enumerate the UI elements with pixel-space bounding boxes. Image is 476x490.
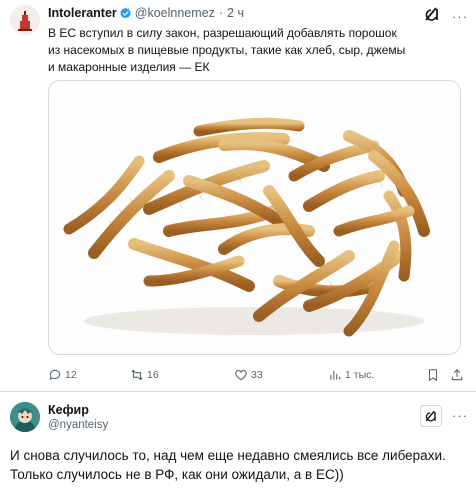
author-avatar[interactable]	[10, 5, 40, 35]
anime-avatar-icon	[10, 402, 40, 432]
reply-count: 12	[65, 369, 77, 381]
heart-icon	[235, 370, 247, 381]
bookmark-button[interactable]	[426, 366, 440, 384]
reply-icon	[49, 369, 61, 381]
grok-icon	[425, 410, 436, 422]
author-name[interactable]: Intoleranter	[48, 6, 117, 20]
grok-button[interactable]	[420, 405, 442, 427]
reply-author-name[interactable]: Кефир	[48, 403, 89, 417]
quoted-post[interactable]: Intoleranter @koelnnemez · 2 ч ··· В ЕС …	[0, 0, 476, 392]
reply-author-avatar[interactable]	[10, 402, 40, 432]
reply-more-options-icon[interactable]: ···	[452, 408, 468, 423]
separator-dot: ·	[218, 6, 224, 20]
repost-count: 16	[147, 369, 159, 381]
post-image[interactable]	[48, 80, 461, 355]
like-count: 33	[251, 369, 263, 381]
post-header: Intoleranter @koelnnemez · 2 ч	[48, 6, 244, 20]
views-chart-icon	[330, 370, 341, 380]
verified-badge-icon	[120, 7, 131, 18]
share-icon	[451, 369, 463, 381]
reply-button[interactable]: 12	[48, 366, 77, 384]
post-actions: 12 16 33 1 тыс.	[48, 366, 468, 384]
reply-post[interactable]: Кефир @nyanteisy ··· И снова случилось т…	[0, 392, 476, 490]
views-count: 1 тыс.	[345, 369, 375, 381]
mealworms-photo	[49, 81, 460, 354]
views-button[interactable]: 1 тыс.	[328, 366, 374, 384]
share-button[interactable]	[450, 366, 464, 384]
post-time[interactable]: 2 ч	[227, 6, 244, 20]
reply-text-line-1: И снова случилось то, над чем еще недавн…	[10, 448, 446, 463]
reply-author-handle[interactable]: @nyanteisy	[48, 419, 108, 431]
reply-text-line-2: Только случилось не в РФ, как они ожидал…	[10, 467, 344, 482]
reply-text: И снова случилось то, над чем еще недавн…	[10, 446, 470, 484]
repost-icon	[131, 369, 143, 381]
more-options-icon[interactable]: ···	[452, 9, 468, 24]
post-text: В ЕС вступил в силу закон, разрешающий д…	[48, 26, 406, 74]
repost-button[interactable]: 16	[130, 366, 159, 384]
grok-icon[interactable]	[422, 4, 442, 24]
author-handle[interactable]: @koelnnemez	[135, 6, 215, 20]
like-button[interactable]: 33	[234, 366, 263, 384]
avatar-emblem-icon	[10, 5, 40, 35]
bookmark-icon	[428, 369, 438, 382]
